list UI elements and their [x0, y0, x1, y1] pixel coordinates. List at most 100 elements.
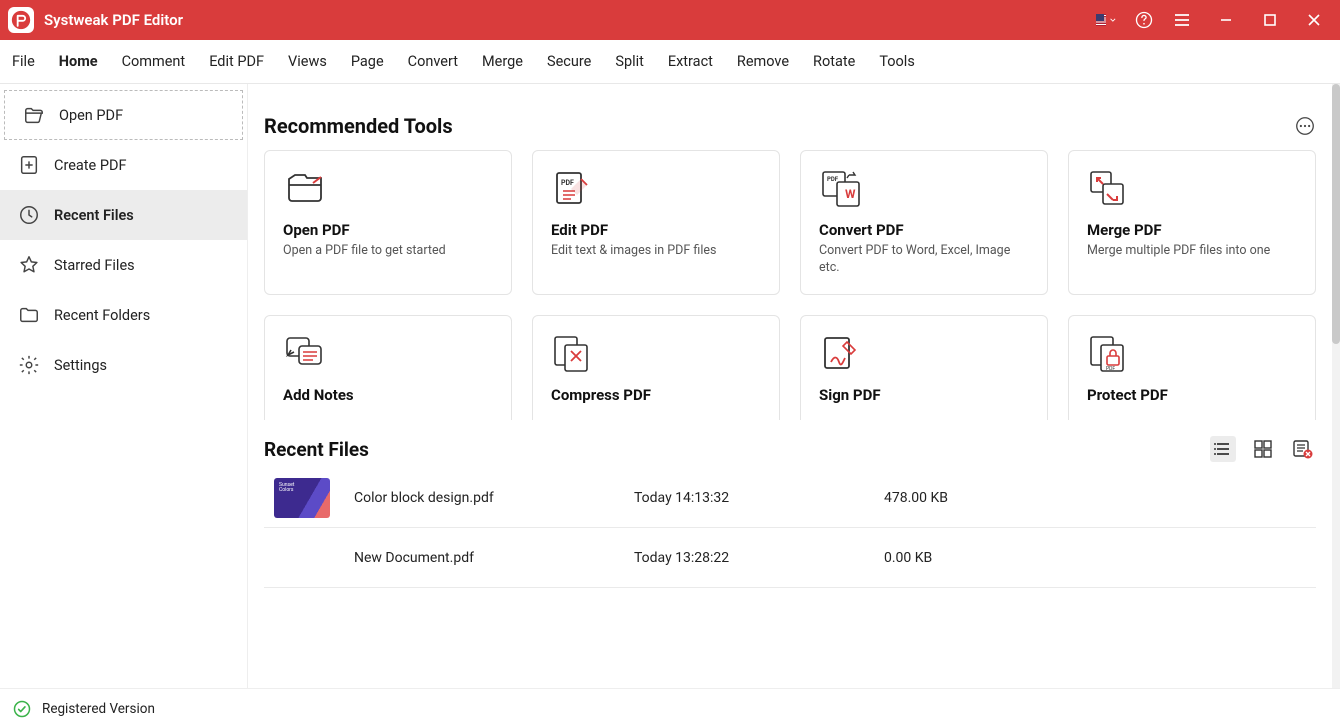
sidebar-item-label: Recent Files [54, 207, 134, 224]
menu-home[interactable]: Home [59, 53, 98, 70]
tool-title: Edit PDF [551, 221, 761, 239]
sidebar-item-recent-files[interactable]: Recent Files [0, 190, 247, 240]
recent-file-row[interactable]: Color block design.pdf Today 14:13:32 47… [264, 468, 1316, 528]
menu-secure[interactable]: Secure [547, 53, 591, 70]
maximize-icon [1263, 13, 1277, 27]
scrollbar-thumb[interactable] [1332, 84, 1340, 344]
help-button[interactable] [1134, 10, 1154, 30]
add-notes-icon [283, 334, 493, 378]
protect-pdf-icon: PDF [1087, 334, 1297, 378]
star-icon [18, 254, 40, 276]
file-size: 478.00 KB [884, 490, 1316, 506]
folder-open-icon [23, 104, 45, 126]
tool-convert-pdf[interactable]: PDFW Convert PDF Convert PDF to Word, Ex… [800, 150, 1048, 295]
file-thumbnail [274, 478, 330, 518]
hamburger-menu-button[interactable] [1172, 10, 1192, 30]
grid-icon [1254, 440, 1272, 458]
sidebar-item-label: Recent Folders [54, 307, 150, 324]
recent-files-title: Recent Files [264, 438, 369, 461]
tool-sign-pdf[interactable]: Sign PDF [800, 315, 1048, 420]
tool-title: Merge PDF [1087, 221, 1297, 239]
tool-compress-pdf[interactable]: Compress PDF [532, 315, 780, 420]
recent-file-row[interactable]: New Document.pdf Today 13:28:22 0.00 KB [264, 528, 1316, 588]
tool-protect-pdf[interactable]: PDF Protect PDF [1068, 315, 1316, 420]
sidebar: Open PDF Create PDF Recent Files Starred… [0, 84, 248, 688]
app-logo [8, 7, 34, 33]
more-horizontal-icon [1294, 115, 1316, 137]
tool-title: Convert PDF [819, 221, 1029, 239]
tool-open-pdf[interactable]: Open PDF Open a PDF file to get started [264, 150, 512, 295]
sidebar-item-label: Create PDF [54, 157, 127, 174]
tool-desc: Convert PDF to Word, Excel, Image etc. [819, 243, 1029, 277]
language-selector[interactable] [1096, 10, 1116, 30]
svg-text:W: W [845, 187, 856, 201]
tool-desc: Open a PDF file to get started [283, 243, 493, 260]
file-time: Today 13:28:22 [634, 550, 884, 566]
menu-extract[interactable]: Extract [668, 53, 713, 70]
hamburger-icon [1173, 11, 1191, 29]
sidebar-item-recent-folders[interactable]: Recent Folders [0, 290, 247, 340]
tool-merge-pdf[interactable]: Merge PDF Merge multiple PDF files into … [1068, 150, 1316, 295]
tool-desc: Edit text & images in PDF files [551, 243, 761, 260]
recent-files-list: Color block design.pdf Today 14:13:32 47… [264, 468, 1316, 588]
menu-tools[interactable]: Tools [879, 53, 915, 70]
statusbar: Registered Version [0, 688, 1340, 728]
scrollbar[interactable] [1332, 84, 1340, 688]
tool-title: Protect PDF [1087, 386, 1297, 404]
tool-desc: Merge multiple PDF files into one [1087, 243, 1297, 260]
help-icon [1134, 10, 1154, 30]
sidebar-item-settings[interactable]: Settings [0, 340, 247, 390]
open-pdf-icon [283, 169, 493, 213]
sidebar-item-open-pdf[interactable]: Open PDF [4, 90, 243, 140]
titlebar: Systweak PDF Editor [0, 0, 1340, 40]
sidebar-item-label: Settings [54, 357, 107, 374]
sidebar-item-starred-files[interactable]: Starred Files [0, 240, 247, 290]
menu-views[interactable]: Views [288, 53, 327, 70]
sidebar-item-create-pdf[interactable]: Create PDF [0, 140, 247, 190]
tool-add-notes[interactable]: Add Notes [264, 315, 512, 420]
convert-pdf-icon: PDFW [819, 169, 1029, 213]
menu-merge[interactable]: Merge [482, 53, 523, 70]
folder-icon [18, 304, 40, 326]
menu-split[interactable]: Split [615, 53, 644, 70]
main-content: Recommended Tools Open PDF Open a PDF fi… [248, 84, 1340, 688]
clear-list-button[interactable] [1290, 436, 1316, 462]
svg-text:PDF: PDF [561, 179, 574, 187]
file-name: Color block design.pdf [354, 490, 634, 506]
grid-view-button[interactable] [1250, 436, 1276, 462]
compress-pdf-icon [551, 334, 761, 378]
recommended-tools-title: Recommended Tools [264, 114, 453, 138]
file-size: 0.00 KB [884, 550, 1316, 566]
more-button[interactable] [1294, 115, 1316, 137]
tool-title: Open PDF [283, 221, 493, 239]
minimize-button[interactable] [1216, 10, 1236, 30]
menu-page[interactable]: Page [351, 53, 384, 70]
tool-title: Sign PDF [819, 386, 1029, 404]
list-clear-icon [1293, 439, 1313, 459]
tool-title: Compress PDF [551, 386, 761, 404]
menu-comment[interactable]: Comment [122, 53, 186, 70]
merge-pdf-icon [1087, 169, 1297, 213]
gear-icon [18, 354, 40, 376]
file-name: New Document.pdf [354, 550, 634, 566]
svg-text:PDF: PDF [1106, 366, 1115, 372]
menu-edit-pdf[interactable]: Edit PDF [209, 53, 264, 70]
menubar: File Home Comment Edit PDF Views Page Co… [0, 40, 1340, 84]
menu-remove[interactable]: Remove [737, 53, 789, 70]
menu-file[interactable]: File [12, 53, 35, 70]
tool-edit-pdf[interactable]: PDF Edit PDF Edit text & images in PDF f… [532, 150, 780, 295]
sign-pdf-icon [819, 334, 1029, 378]
app-title: Systweak PDF Editor [44, 11, 1096, 29]
close-button[interactable] [1304, 10, 1324, 30]
list-view-button[interactable] [1210, 436, 1236, 462]
menu-rotate[interactable]: Rotate [813, 53, 855, 70]
sidebar-item-label: Starred Files [54, 257, 135, 274]
maximize-button[interactable] [1260, 10, 1280, 30]
edit-pdf-icon: PDF [551, 169, 761, 213]
minimize-icon [1219, 13, 1233, 27]
menu-convert[interactable]: Convert [408, 53, 458, 70]
close-icon [1307, 13, 1321, 27]
clock-icon [18, 204, 40, 226]
status-text: Registered Version [42, 701, 155, 717]
file-plus-icon [18, 154, 40, 176]
